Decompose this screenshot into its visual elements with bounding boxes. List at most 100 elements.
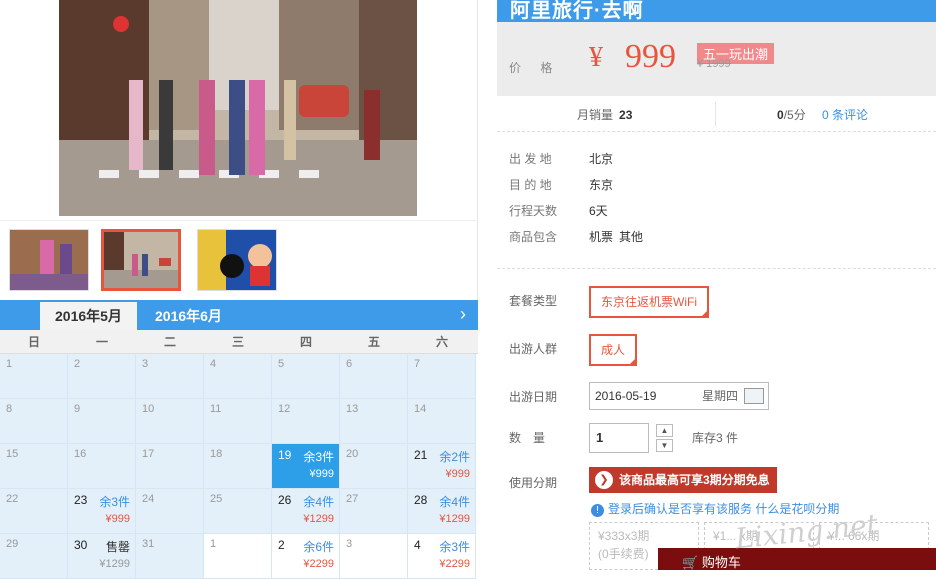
rating-score: 0/5分 [777, 106, 806, 123]
day-number: 6 [346, 358, 353, 370]
day-number: 30 [74, 538, 88, 552]
day-number: 8 [6, 403, 13, 415]
stats-divider [715, 102, 716, 126]
current-price: 999 [625, 38, 676, 75]
weekday-mon: 一 [95, 335, 108, 349]
calendar-day: 31 [136, 534, 204, 579]
weekday-sun: 日 [27, 335, 40, 349]
thumbnail-3[interactable] [197, 229, 277, 291]
remaining-count: 余6件 [303, 540, 334, 554]
calendar-day[interactable]: 21 余2件 ¥999 [408, 444, 476, 489]
info-key: 目 的 地 [509, 178, 552, 192]
info-key: 行程天数 [509, 204, 558, 218]
day-number: 28 [414, 493, 428, 507]
currency-symbol: ¥ [589, 42, 603, 73]
calendar-day[interactable]: 19 余3件 ¥999 [272, 444, 340, 489]
reviews-link[interactable]: 0 条评论 [822, 106, 868, 123]
calendar-day: 9 [68, 399, 136, 444]
info-row-departure: 出 发 地 北京 [509, 150, 649, 176]
calendar-day: 17 [136, 444, 204, 489]
cart-bar[interactable]: 🛒 购物车 [658, 548, 936, 570]
decrement-icon[interactable]: ▼ [656, 439, 673, 452]
calendar-day: 7 [408, 354, 476, 399]
calendar-day: 11 [204, 399, 272, 444]
calendar-day: 2 [68, 354, 136, 399]
day-number: 31 [142, 538, 155, 550]
login-link[interactable]: 登录后确认是否享有该服务 [608, 502, 752, 516]
calendar-day[interactable]: 2 余6件 ¥2299 [272, 534, 340, 579]
weekday-thu: 四 [299, 335, 312, 349]
calendar-day[interactable]: 4 余3件 ¥2299 [408, 534, 476, 579]
cart-label: 购物车 [701, 555, 741, 570]
day-number: 10 [142, 403, 155, 415]
day-number: 25 [210, 493, 223, 505]
trip-info: 出 发 地 北京 目 的 地 东京 行程天数 6天 商品包含 机票 其他 [509, 150, 649, 254]
info-key: 出 发 地 [509, 152, 552, 166]
info-row-days: 行程天数 6天 [509, 202, 649, 228]
info-value: 机票 其他 [589, 228, 649, 254]
day-number: 16 [74, 448, 87, 460]
installment-text: 该商品最高可享3期分期免息 [619, 473, 770, 487]
day-number: 29 [6, 538, 19, 550]
calendar-day[interactable]: 28 余4件 ¥1299 [408, 489, 476, 534]
quantity-input[interactable]: 1 [589, 423, 649, 453]
calendar-day: 3 [340, 534, 408, 579]
group-option[interactable]: 成人 [589, 334, 638, 366]
increment-icon[interactable]: ▲ [656, 424, 673, 437]
info-value: 北京 [589, 152, 614, 166]
info-icon: ! [591, 504, 604, 517]
calendar-day[interactable]: 26 余4件 ¥1299 [272, 489, 340, 534]
calendar-day: 10 [136, 399, 204, 444]
date-weekday: 星期四 [701, 389, 738, 403]
day-number: 15 [6, 448, 19, 460]
tab-may[interactable]: 2016年5月 [40, 302, 137, 330]
chevron-right-icon[interactable]: › [460, 304, 466, 325]
day-number: 3 [346, 538, 353, 550]
calendar-day[interactable]: 30 售罄 ¥1299 [68, 534, 136, 579]
calendar-weekday-row: 日 一 二 三 四 五 六 [0, 330, 478, 354]
info-key: 商品包含 [509, 230, 558, 244]
left-panel: 2016年5月 2016年6月 › 日 一 二 三 四 五 六 12345678… [0, 0, 478, 579]
day-number: 4 [414, 538, 421, 552]
calendar-icon[interactable] [744, 388, 764, 404]
calendar-day: 20 [340, 444, 408, 489]
include-item: 机票 [589, 230, 614, 244]
weekday-fri: 五 [367, 335, 380, 349]
day-price: ¥999 [445, 468, 470, 480]
score-unit: /5分 [783, 108, 806, 122]
weekday-sat: 六 [435, 335, 448, 349]
calendar-day: 22 [0, 489, 68, 534]
thumbnail-2-selected[interactable] [101, 229, 181, 291]
installment-label: 使用分期 [509, 476, 558, 490]
calendar-day: 3 [136, 354, 204, 399]
package-label: 套餐类型 [509, 294, 558, 308]
calendar-day: 14 [408, 399, 476, 444]
day-number: 21 [414, 448, 428, 462]
calendar-day: 24 [136, 489, 204, 534]
calendar-day: 27 [340, 489, 408, 534]
score-value: 0 [777, 108, 784, 122]
calendar-day[interactable]: 23 余3件 ¥999 [68, 489, 136, 534]
soldout-label: 售罄 [105, 540, 130, 554]
thumbnail-1[interactable] [9, 229, 89, 291]
calendar-day: 18 [204, 444, 272, 489]
info-row-includes: 商品包含 机票 其他 [509, 228, 649, 254]
calendar-day: 5 [272, 354, 340, 399]
day-number: 17 [142, 448, 155, 460]
package-option[interactable]: 东京往返机票WiFi [589, 286, 709, 318]
remaining-count: 余2件 [439, 450, 470, 464]
day-number: 1 [210, 538, 217, 550]
main-product-photo [59, 0, 417, 216]
remaining-count: 余3件 [303, 450, 334, 464]
huabei-icon: ❯ [595, 471, 613, 489]
day-price: ¥1299 [303, 513, 334, 525]
calendar-header: 2016年5月 2016年6月 › [0, 300, 478, 330]
tab-june[interactable]: 2016年6月 [140, 302, 237, 330]
date-picker[interactable]: 2016-05-19 星期四 [589, 382, 769, 410]
day-price: ¥999 [309, 468, 334, 480]
info-value: 6天 [589, 204, 608, 218]
calendar-day: 16 [68, 444, 136, 489]
sales-value: 23 [619, 108, 633, 122]
section-divider [497, 268, 936, 269]
day-number: 14 [414, 403, 427, 415]
